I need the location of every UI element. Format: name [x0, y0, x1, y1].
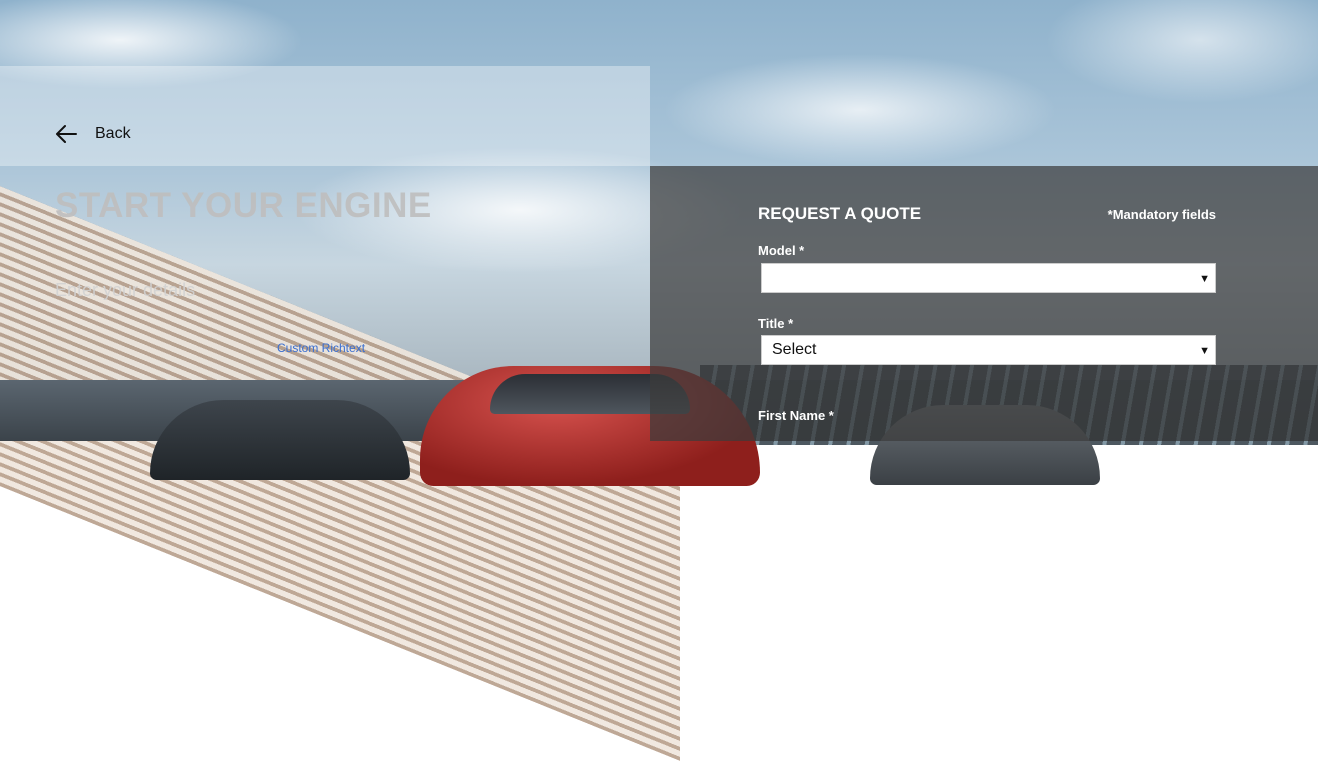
title-label: Title * — [758, 316, 794, 331]
title-select-value: Select — [772, 341, 817, 358]
back-button[interactable]: Back — [55, 124, 131, 144]
mandatory-note: *Mandatory fields — [1107, 207, 1216, 222]
background-car-dark — [150, 400, 410, 480]
arrow-left-icon — [55, 124, 77, 144]
page-title: START YOUR ENGINE — [55, 186, 432, 225]
model-select[interactable]: ▼ — [761, 263, 1216, 293]
caret-down-icon: ▼ — [1199, 273, 1210, 285]
form-header: REQUEST A QUOTE *Mandatory fields — [758, 204, 1216, 224]
page-subtitle: Enter your details — [55, 280, 196, 300]
back-label: Back — [95, 125, 131, 142]
caret-down-icon: ▼ — [1199, 345, 1210, 357]
model-label: Model * — [758, 243, 805, 258]
form-title: REQUEST A QUOTE — [758, 204, 922, 223]
custom-richtext: Custom Richtext — [277, 341, 366, 355]
back-panel — [0, 66, 650, 166]
quote-form-panel: REQUEST A QUOTE *Mandatory fields Model … — [650, 166, 1318, 441]
first-name-label: First Name * — [758, 408, 834, 423]
title-select[interactable]: Select ▼ — [761, 335, 1216, 365]
